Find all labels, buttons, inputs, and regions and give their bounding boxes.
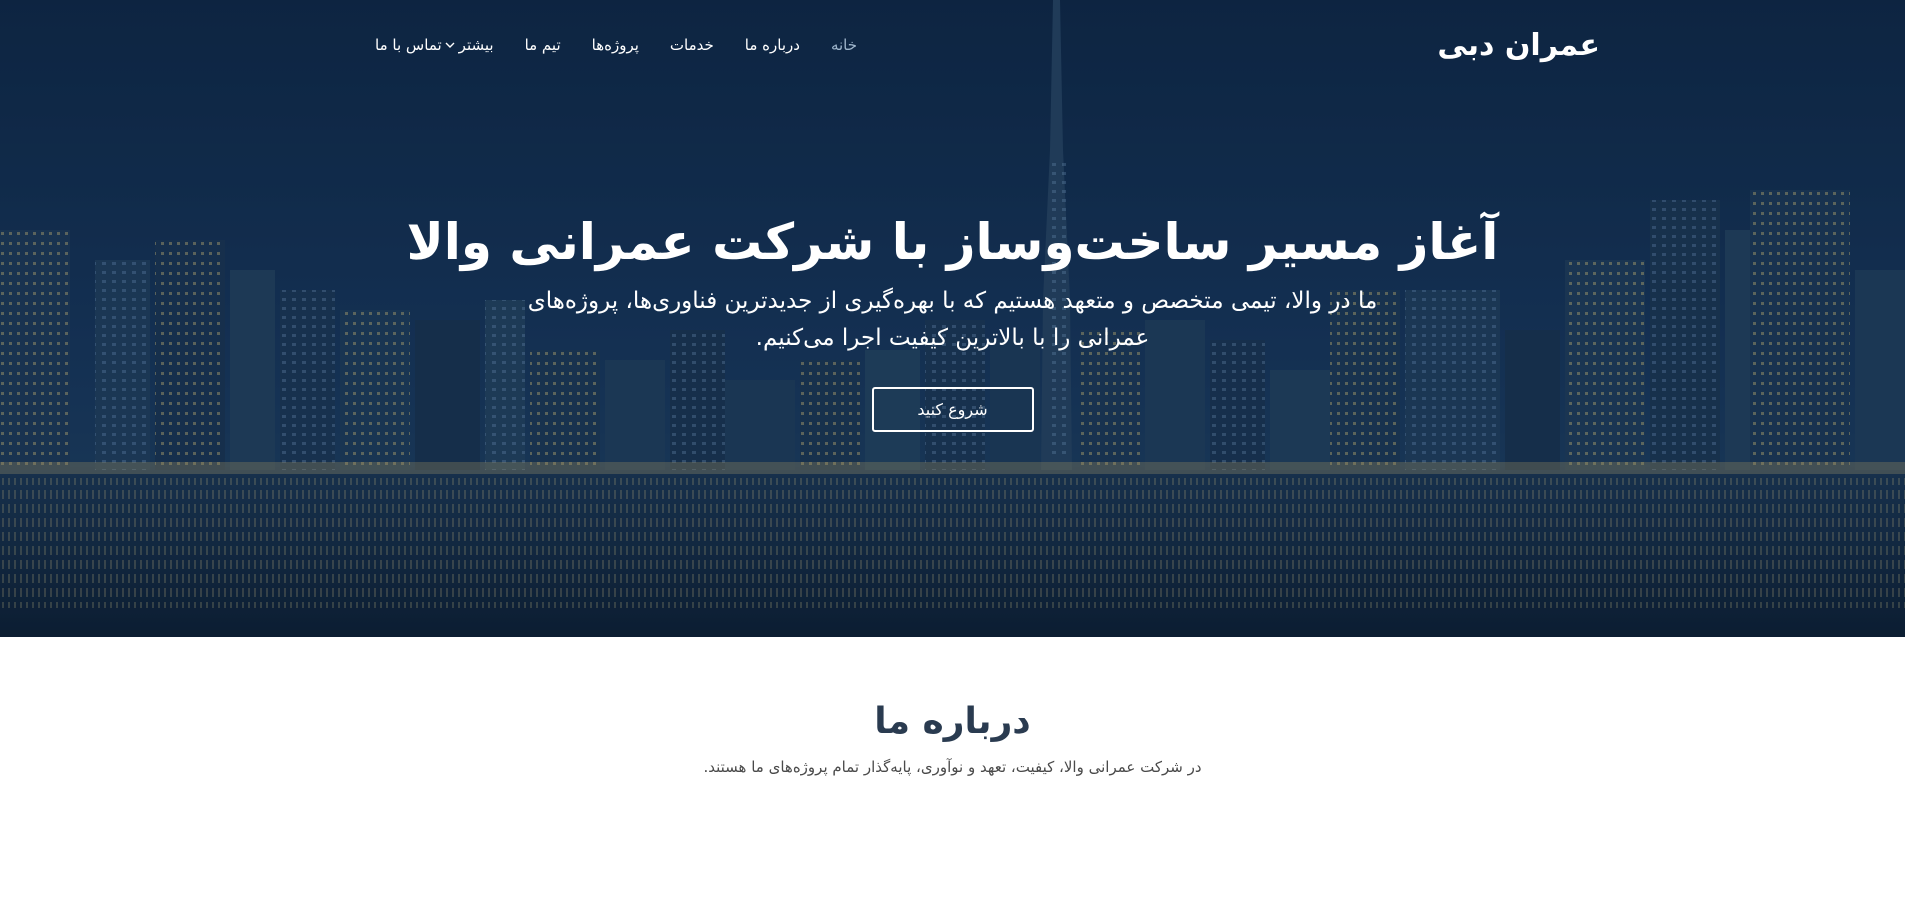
about-section: درباره ما در شرکت عمرانی والا، کیفیت، تع… (0, 637, 1905, 908)
nav-item-about[interactable]: درباره ما (745, 30, 800, 60)
about-title: درباره ما (874, 701, 1031, 742)
hero-section: عمران دبی خانه درباره ما خدمات پروژه‌ها … (0, 0, 1905, 637)
nav-item-more[interactable]: بیشتر (444, 30, 494, 60)
get-started-button[interactable]: شروع کنید (871, 387, 1034, 432)
site-header: عمران دبی خانه درباره ما خدمات پروژه‌ها … (0, 0, 1905, 90)
chevron-down-icon (445, 42, 455, 48)
nav-item-home[interactable]: خانه (831, 30, 857, 60)
nav-item-contact[interactable]: تماس با ما (375, 30, 442, 60)
nav-item-more-label: بیشتر (458, 36, 494, 54)
about-text: در شرکت عمرانی والا، کیفیت، تعهد و نوآور… (703, 758, 1202, 776)
nav-item-projects[interactable]: پروژه‌ها (592, 30, 639, 60)
hero-content: آغاز مسیر ساخت‌وساز با شرکت عمرانی والا … (0, 205, 1905, 432)
nav-item-team[interactable]: تیم ما (525, 30, 561, 60)
main-nav: خانه درباره ما خدمات پروژه‌ها تیم ما بیش… (375, 30, 857, 60)
hero-title: آغاز مسیر ساخت‌وساز با شرکت عمرانی والا (406, 213, 1499, 271)
hero-subtitle: ما در والا، تیمی متخصص و متعهد هستیم که … (527, 288, 1378, 351)
site-logo[interactable]: عمران دبی (1437, 24, 1600, 68)
nav-item-services[interactable]: خدمات (670, 30, 714, 60)
